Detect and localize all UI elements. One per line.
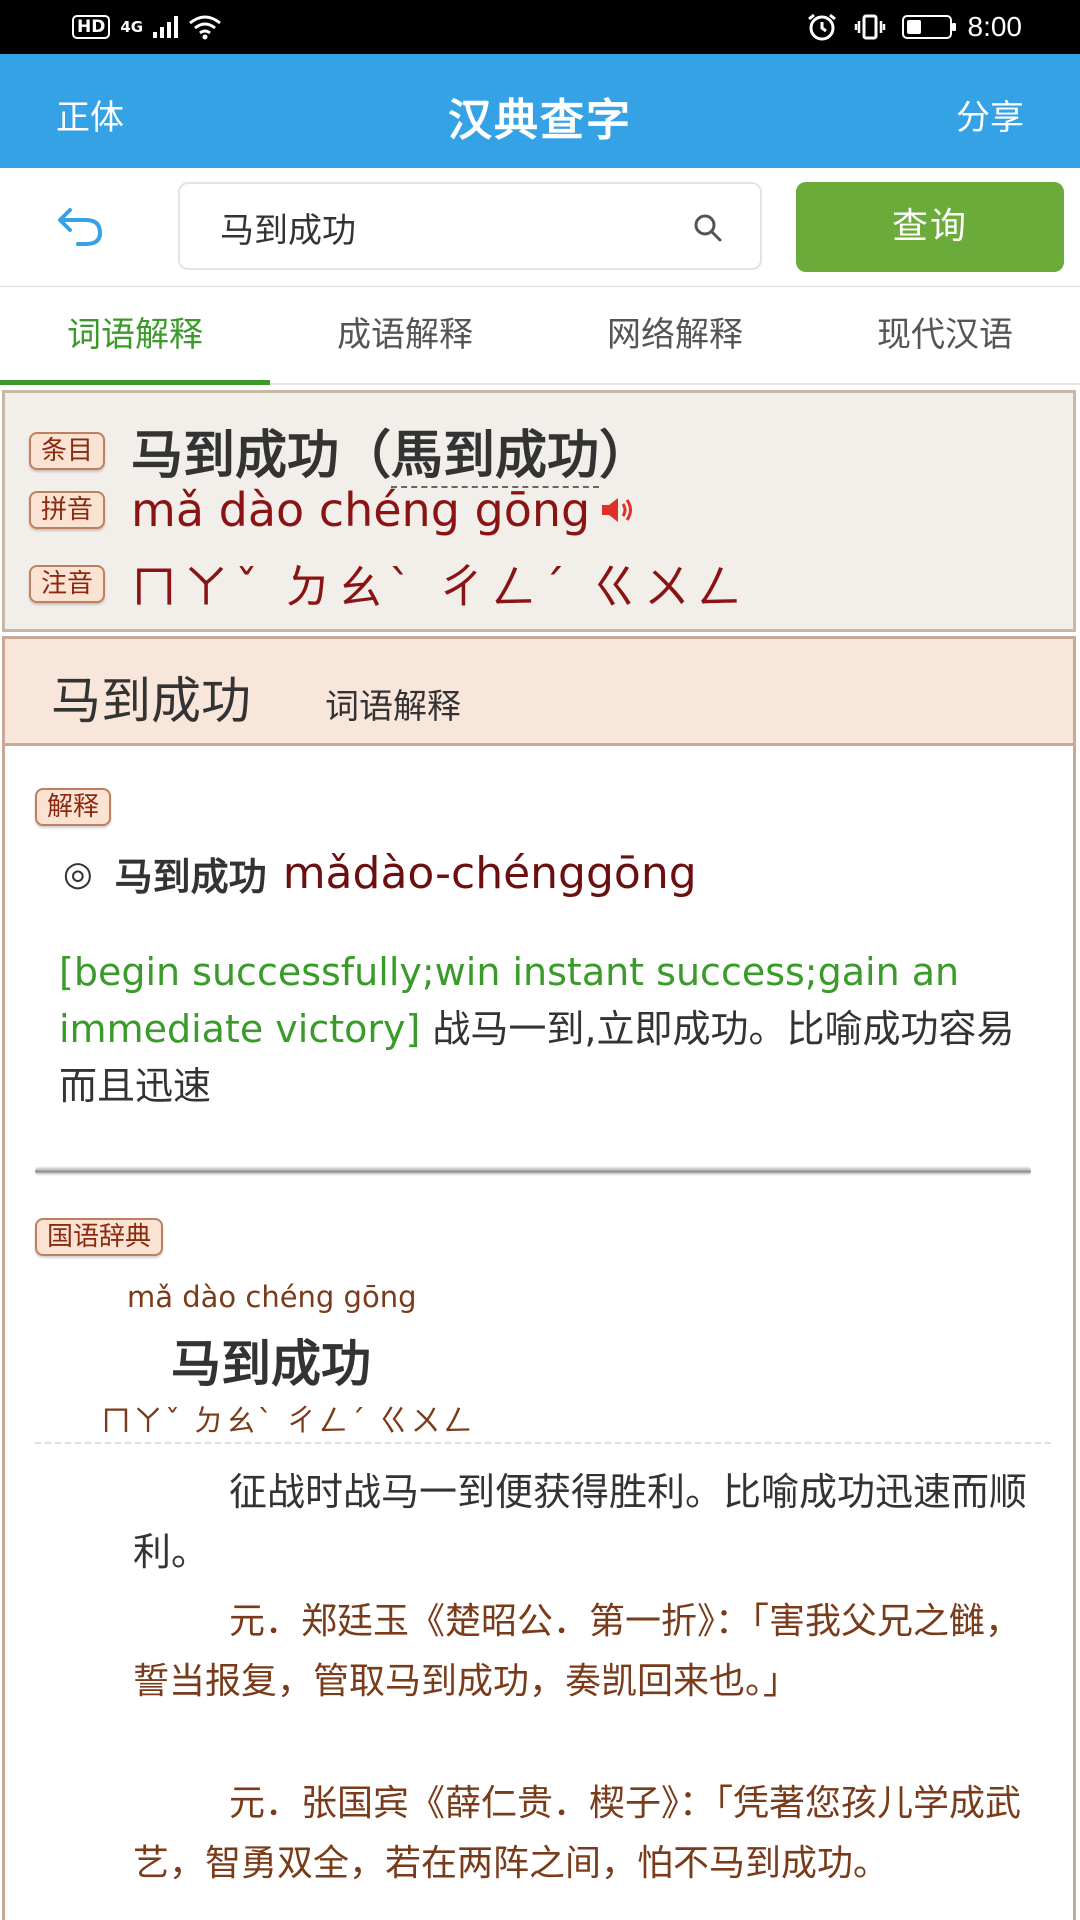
- entry-row: 条目 马到成功（馬到成功）: [29, 413, 651, 488]
- entry-title: 马到成功（馬到成功）: [131, 413, 651, 488]
- app-title: 汉典查字: [448, 95, 632, 146]
- guoyu-badge: 国语辞典: [35, 1218, 164, 1256]
- zhuyin-badge: 注音: [29, 565, 106, 603]
- vibrate-icon: [854, 14, 885, 40]
- guoyu-zhuyin: ㄇㄚˇ ㄉㄠˋ ㄔㄥˊ ㄍㄨㄥ: [101, 1404, 475, 1439]
- status-right: 8:00: [806, 10, 1023, 44]
- share-button[interactable]: 分享: [956, 90, 1024, 139]
- tab-web-explanation[interactable]: 网络解释: [540, 287, 810, 383]
- content-area: 条目 马到成功（馬到成功） 拼音 mǎ dào chéng gōng 注音 ㄇㄚ…: [0, 386, 1080, 1920]
- entry-title-traditional[interactable]: 馬到成功: [391, 426, 600, 488]
- divider: [35, 1166, 1031, 1176]
- definition-text: [begin successfully;win instant success;…: [59, 944, 1049, 1115]
- guoyu-example-2: 元．张国宾《薛仁贵．楔子》：「凭著您孩儿学成武艺，智勇双全，若在两阵之间，怕不马…: [133, 1783, 1022, 1884]
- entry-title-simplified: 马到成功: [131, 426, 340, 486]
- explanation-badge: 解释: [35, 788, 112, 826]
- speaker-icon[interactable]: [598, 492, 638, 528]
- entry-pinyin: mǎ dào chéng gōng: [131, 483, 591, 537]
- sense-word: 马到成功: [114, 855, 267, 899]
- sense-marker: ◎: [63, 853, 93, 894]
- status-left: HD 4G: [72, 10, 222, 44]
- alarm-icon: [807, 13, 836, 41]
- search-row: 查询: [0, 168, 1080, 287]
- entry-paren-close: ）: [599, 426, 652, 486]
- search-icon[interactable]: [692, 212, 724, 244]
- entry-header-card: 条目 马到成功（馬到成功） 拼音 mǎ dào chéng gōng 注音 ㄇㄚ…: [2, 390, 1076, 632]
- battery-level: [906, 20, 921, 34]
- query-button[interactable]: 查询: [796, 182, 1064, 272]
- entry-zhuyin: ㄇㄚˇ ㄉㄠˋ ㄔㄥˊ ㄍㄨㄥ: [131, 560, 748, 614]
- back-icon[interactable]: [56, 204, 108, 250]
- signal-icon: [153, 16, 179, 38]
- section-header: 马到成功 词语解释: [2, 636, 1076, 746]
- battery-icon: [901, 15, 956, 39]
- status-time: 8:00: [967, 11, 1023, 42]
- tab-idiom-explanation[interactable]: 成语解释: [270, 287, 540, 383]
- hd-badge: HD: [72, 15, 111, 39]
- dashed-divider: [35, 1442, 1051, 1444]
- app-bar: 正体 汉典查字 分享: [0, 54, 1080, 168]
- entry-paren-open: （: [339, 426, 392, 486]
- guoyu-word: 马到成功: [171, 1335, 371, 1393]
- sense-line: ◎ 马到成功 mǎdào-chénggōng: [63, 846, 697, 901]
- tab-bar: 词语解释 成语解释 网络解释 现代汉语: [0, 287, 1080, 385]
- pinyin-row: 拼音 mǎ dào chéng gōng: [29, 483, 638, 537]
- status-bar: HD 4G 8:00: [0, 0, 1080, 54]
- search-box[interactable]: [178, 182, 762, 270]
- sense-pinyin: mǎdào-chénggōng: [282, 848, 697, 899]
- guoyu-example-1: 元．郑廷玉《楚昭公．第一折》：「害我父兄之雠，誓当报复，管取马到成功，奏凯回来也…: [133, 1601, 1022, 1702]
- section-label: 词语解释: [325, 687, 461, 727]
- tab-modern-chinese[interactable]: 现代汉语: [810, 287, 1080, 383]
- section-word: 马到成功: [51, 672, 251, 730]
- wifi-icon: [189, 15, 222, 40]
- guoyu-definition: 征战时战马一到便获得胜利。比喻成功迅速而顺利。: [133, 1470, 1028, 1574]
- network-type: 4G: [120, 18, 144, 36]
- zhuyin-row: 注音 ㄇㄚˇ ㄉㄠˋ ㄔㄥˊ ㄍㄨㄥ: [29, 551, 748, 617]
- pinyin-badge: 拼音: [29, 491, 106, 529]
- entry-badge: 条目: [29, 431, 106, 470]
- tab-word-explanation[interactable]: 词语解释: [0, 287, 270, 385]
- guoyu-pinyin: mǎ dào chéng gōng: [127, 1280, 417, 1314]
- explanation-body: 解释 ◎ 马到成功 mǎdào-chénggōng [begin success…: [2, 746, 1076, 1920]
- search-input[interactable]: [218, 198, 682, 256]
